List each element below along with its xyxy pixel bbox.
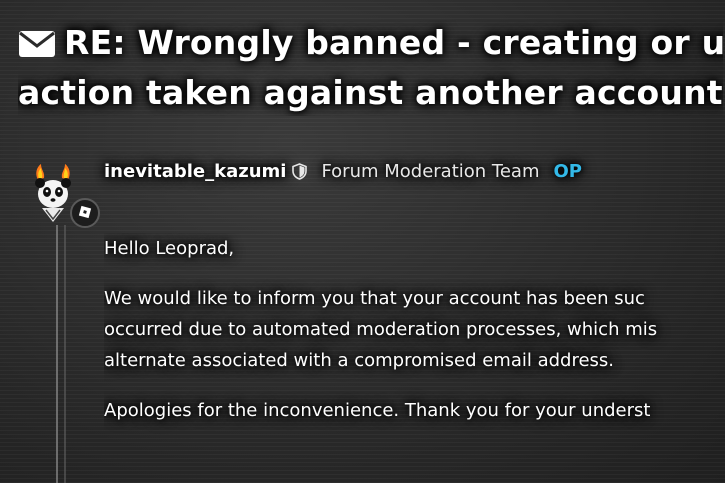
post-paragraph-1-line: We would like to inform you that your ac… xyxy=(104,288,645,309)
envelope-icon xyxy=(18,24,56,70)
title-line-1: RE: Wrongly banned - creating or us xyxy=(18,20,723,70)
op-badge: OP xyxy=(553,160,583,182)
post-paragraph-1: We would like to inform you that your ac… xyxy=(104,283,725,376)
post-author-row: inevitable_kazumi Forum Moderation Team … xyxy=(104,157,582,185)
page-title: RE: Wrongly banned - creating or us acti… xyxy=(18,20,723,116)
author-team[interactable]: Forum Moderation Team xyxy=(321,161,539,182)
post-greeting: Hello Leoprad, xyxy=(104,238,235,259)
thread-line-secondary xyxy=(64,225,66,483)
thread-line xyxy=(56,225,58,483)
title-text-line-1: RE: Wrongly banned - creating or us xyxy=(64,23,723,62)
title-text-line-2: action taken against another account xyxy=(18,73,723,112)
shield-icon xyxy=(292,162,308,180)
author-username[interactable]: inevitable_kazumi xyxy=(104,161,286,182)
post-paragraph-1-line: occurred due to automated moderation pro… xyxy=(104,319,658,340)
roblox-badge xyxy=(70,198,100,228)
post-paragraph-2: Apologies for the inconvenience. Thank y… xyxy=(104,400,651,421)
roblox-icon xyxy=(78,204,92,223)
post-body: Hello Leoprad, We would like to inform y… xyxy=(104,233,725,445)
post-paragraph-1-line: alternate associated with a compromised … xyxy=(104,350,615,371)
